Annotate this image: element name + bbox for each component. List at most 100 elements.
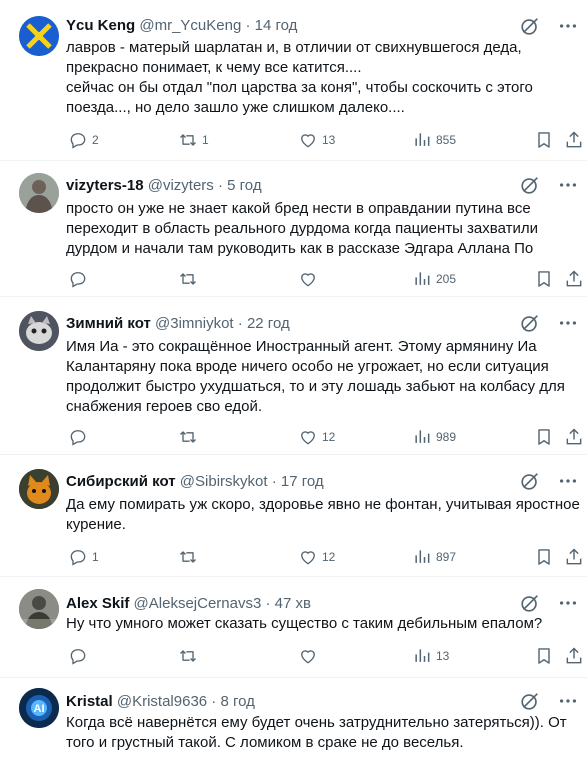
user-handle[interactable]: @vizyters bbox=[148, 177, 214, 194]
timestamp[interactable]: 5 год bbox=[227, 177, 261, 194]
views-button[interactable]: 989 bbox=[412, 426, 456, 448]
timestamp[interactable]: 8 год bbox=[220, 693, 254, 710]
repost-button[interactable] bbox=[178, 426, 202, 448]
reply-count: 1 bbox=[92, 550, 99, 564]
avatar[interactable] bbox=[19, 589, 59, 629]
bookmark-button[interactable] bbox=[534, 268, 554, 290]
display-name[interactable]: Alex Skif bbox=[66, 595, 129, 612]
timestamp[interactable]: 47 хв bbox=[275, 595, 311, 612]
more-options-icon[interactable] bbox=[557, 592, 579, 614]
like-button[interactable]: 12 bbox=[298, 426, 335, 448]
bookmark-button[interactable] bbox=[534, 546, 554, 568]
post-top-actions bbox=[519, 470, 579, 492]
share-button[interactable] bbox=[564, 268, 584, 290]
separator: · bbox=[241, 17, 255, 34]
more-options-icon[interactable] bbox=[557, 312, 579, 334]
reply-button[interactable] bbox=[68, 426, 92, 448]
share-button[interactable] bbox=[564, 426, 584, 448]
repost-button[interactable]: 1 bbox=[178, 129, 209, 151]
reply-icon bbox=[70, 430, 86, 446]
reply-post[interactable]: Alex Skif @AleksejCernavs3 · 47 хв Ну чт… bbox=[0, 577, 587, 678]
reply-post[interactable]: AI Kristal @Kristal9636 · 8 год Когда вс… bbox=[0, 678, 587, 760]
post-text: Когда всё навернётся ему будет очень зат… bbox=[66, 714, 567, 751]
like-count: 12 bbox=[322, 430, 336, 444]
more-options-icon[interactable] bbox=[557, 174, 579, 196]
like-button[interactable]: 13 bbox=[298, 129, 335, 151]
grok-icon[interactable] bbox=[519, 592, 541, 614]
bookmark-icon bbox=[538, 132, 550, 148]
like-button[interactable] bbox=[298, 268, 322, 290]
like-button[interactable]: 12 bbox=[298, 546, 335, 568]
svg-text:AI: AI bbox=[34, 703, 45, 715]
share-icon bbox=[566, 131, 582, 148]
views-button[interactable]: 897 bbox=[412, 546, 456, 568]
more-options-icon[interactable] bbox=[557, 690, 579, 712]
views-button[interactable]: 855 bbox=[412, 129, 456, 151]
like-count: 13 bbox=[322, 133, 336, 147]
view-count: 205 bbox=[436, 272, 457, 286]
reply-button[interactable] bbox=[68, 645, 92, 667]
timestamp[interactable]: 14 год bbox=[255, 17, 298, 34]
display-name[interactable]: vizyters-18 bbox=[66, 177, 144, 194]
more-options-icon[interactable] bbox=[557, 15, 579, 37]
views-icon bbox=[415, 272, 430, 285]
grok-icon[interactable] bbox=[519, 174, 541, 196]
bookmark-button[interactable] bbox=[534, 129, 554, 151]
user-handle[interactable]: @Sibirskykot bbox=[180, 473, 268, 490]
grok-icon[interactable] bbox=[519, 312, 541, 334]
reply-button[interactable] bbox=[68, 268, 92, 290]
view-count: 13 bbox=[436, 649, 450, 663]
post-header: Сибирский кот @Sibirskykot · 17 год bbox=[66, 472, 324, 491]
share-button[interactable] bbox=[564, 546, 584, 568]
post-actions: 205 bbox=[60, 268, 585, 290]
user-handle[interactable]: @Kristal9636 bbox=[117, 693, 207, 710]
grok-icon[interactable] bbox=[519, 15, 541, 37]
reply-post[interactable]: Ycu Keng @mr_YcuKeng · 14 год лавров - м… bbox=[0, 0, 587, 161]
avatar[interactable] bbox=[19, 173, 59, 213]
repost-icon bbox=[180, 134, 196, 146]
heart-icon bbox=[301, 134, 315, 148]
post-actions: 12 989 bbox=[60, 426, 585, 448]
repost-button[interactable] bbox=[178, 645, 202, 667]
display-name[interactable]: Сибирский кот bbox=[66, 473, 176, 490]
post-header: Kristal @Kristal9636 · 8 год bbox=[66, 692, 255, 711]
bookmark-button[interactable] bbox=[534, 426, 554, 448]
post-header: vizyters-18 @vizyters · 5 год bbox=[66, 176, 262, 195]
views-icon bbox=[415, 649, 430, 662]
bookmark-button[interactable] bbox=[534, 645, 554, 667]
avatar[interactable] bbox=[19, 469, 59, 509]
grok-icon[interactable] bbox=[519, 470, 541, 492]
timestamp[interactable]: 17 год bbox=[281, 473, 324, 490]
display-name[interactable]: Ycu Keng bbox=[66, 17, 135, 34]
avatar[interactable] bbox=[19, 311, 59, 351]
repost-button[interactable] bbox=[178, 546, 202, 568]
user-handle[interactable]: @mr_YcuKeng bbox=[139, 17, 241, 34]
views-button[interactable]: 205 bbox=[412, 268, 456, 290]
avatar[interactable]: AI bbox=[19, 688, 59, 728]
repost-icon bbox=[180, 650, 196, 662]
reply-post[interactable]: vizyters-18 @vizyters · 5 год просто он … bbox=[0, 161, 587, 297]
reply-button[interactable]: 1 bbox=[68, 546, 99, 568]
share-button[interactable] bbox=[564, 129, 584, 151]
repost-button[interactable] bbox=[178, 268, 202, 290]
display-name[interactable]: Зимний кот bbox=[66, 315, 151, 332]
reply-post[interactable]: Зимний кот @3imniykot · 22 год Имя Иа - … bbox=[0, 297, 587, 455]
avatar[interactable] bbox=[19, 16, 59, 56]
share-icon bbox=[566, 270, 582, 287]
heart-icon bbox=[301, 551, 315, 565]
post-text: Ну что умного может сказать существо с т… bbox=[66, 615, 543, 632]
post-top-actions bbox=[519, 592, 579, 614]
like-button[interactable] bbox=[298, 645, 322, 667]
post-text: Да ему помирать уж скоро, здоровье явно … bbox=[66, 496, 580, 533]
post-actions: 13 bbox=[60, 645, 585, 667]
display-name[interactable]: Kristal bbox=[66, 693, 113, 710]
more-options-icon[interactable] bbox=[557, 470, 579, 492]
user-handle[interactable]: @3imniykot bbox=[155, 315, 234, 332]
reply-button[interactable]: 2 bbox=[68, 129, 99, 151]
views-button[interactable]: 13 bbox=[412, 645, 449, 667]
grok-icon[interactable] bbox=[519, 690, 541, 712]
reply-post[interactable]: Сибирский кот @Sibirskykot · 17 год Да е… bbox=[0, 455, 587, 577]
share-button[interactable] bbox=[564, 645, 584, 667]
user-handle[interactable]: @AleksejCernavs3 bbox=[134, 595, 262, 612]
timestamp[interactable]: 22 год bbox=[247, 315, 290, 332]
